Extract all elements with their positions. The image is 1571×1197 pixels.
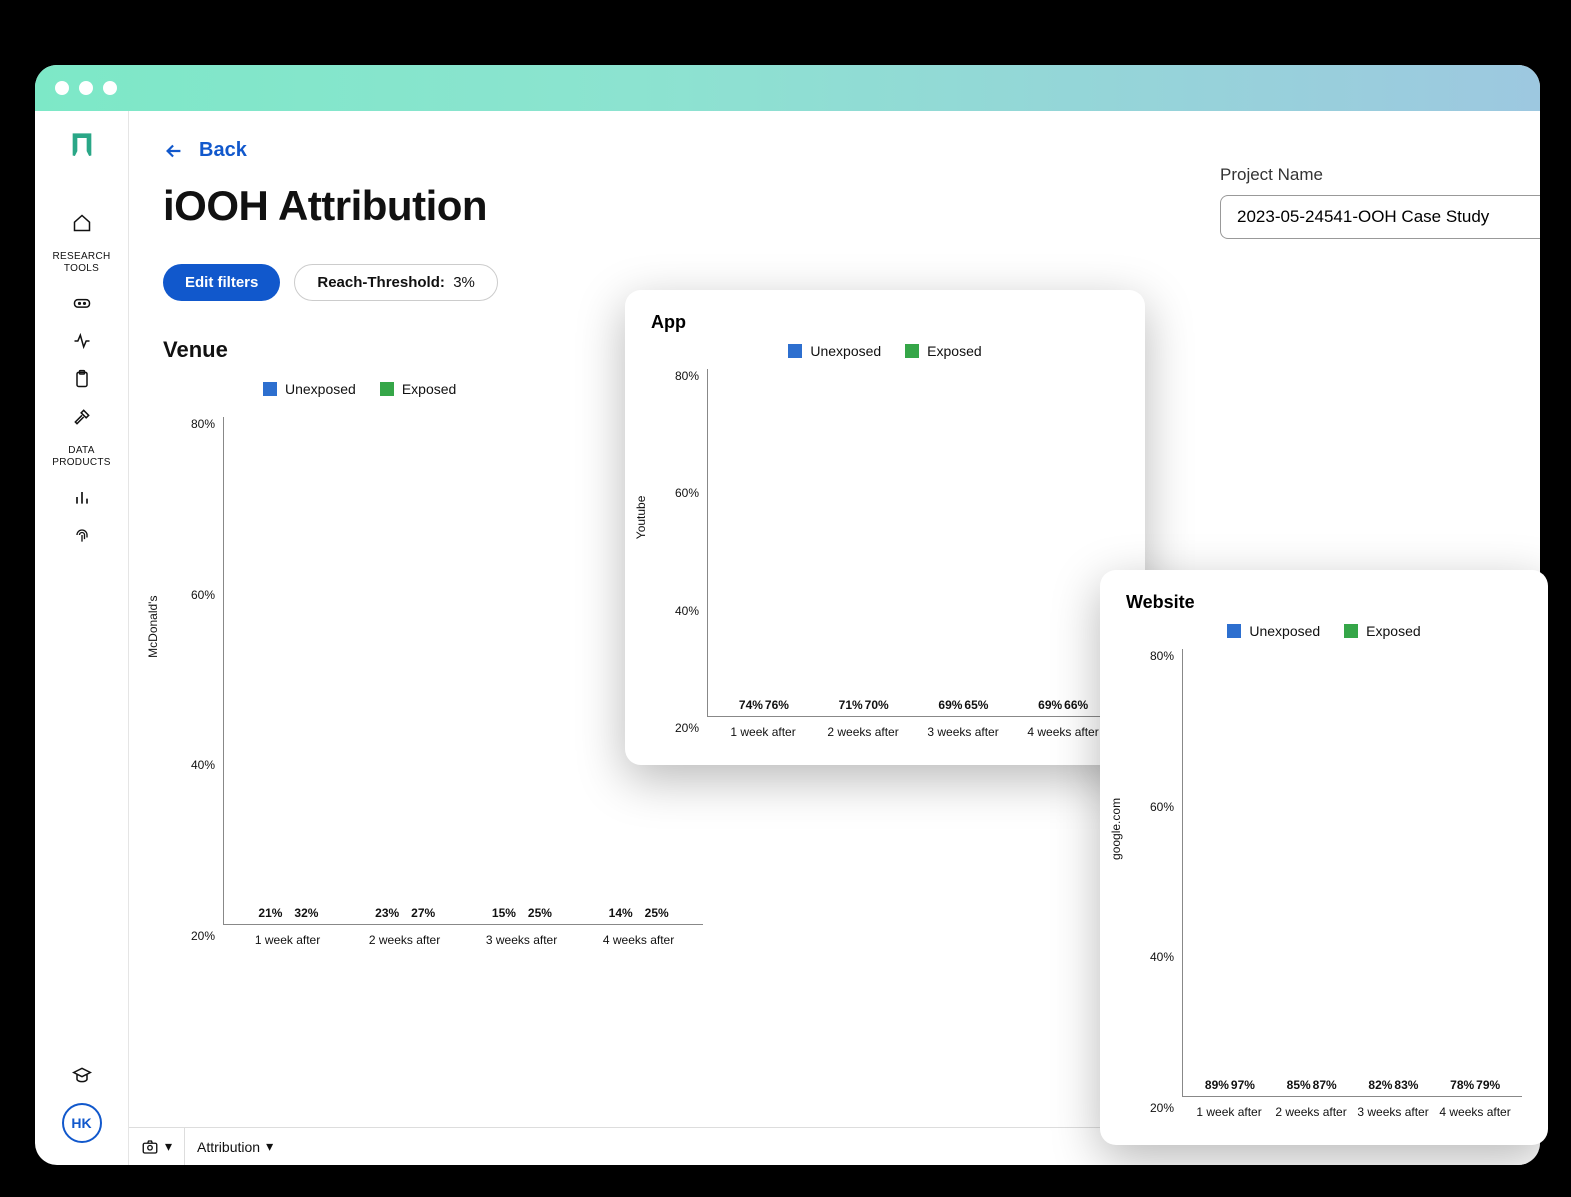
app-chart: Youtube 80%60%40%20% 74%76%71%70%69%65%6… <box>651 369 1119 739</box>
app-chart-card: App Unexposed Exposed Youtube 80%60%40%2… <box>625 290 1145 765</box>
back-label: Back <box>199 139 247 162</box>
legend-swatch-exposed <box>1344 624 1358 638</box>
venue-chart: McDonald's 80%60%40%20% 21%32%23%27%15%2… <box>163 417 703 947</box>
app-xlabels: 1 week after2 weeks after3 weeks after4 … <box>707 717 1119 739</box>
website-yticks: 80%60%40%20% <box>1150 649 1182 1119</box>
fingerprint-icon[interactable] <box>72 525 92 545</box>
sidebar-section-data: DATA PRODUCTS <box>52 445 111 469</box>
legend-exposed-label: Exposed <box>402 381 456 397</box>
website-yaxis-label: google.com <box>1109 798 1123 860</box>
browser-titlebar <box>35 65 1540 111</box>
sidebar: RESEARCH TOOLS DATA PRODUCTS <box>35 111 129 1165</box>
chevron-down-icon: ▾ <box>266 1138 273 1155</box>
chevron-down-icon: ▾ <box>165 1138 172 1155</box>
app-chart-title: App <box>651 312 1119 333</box>
threshold-label: Reach-Threshold: <box>317 274 445 291</box>
legend-unexposed-label: Unexposed <box>810 343 881 359</box>
legend-swatch-unexposed <box>1227 624 1241 638</box>
app-yaxis-label: Youtube <box>634 496 648 540</box>
legend-swatch-unexposed <box>788 344 802 358</box>
website-chart-title: Website <box>1126 592 1522 613</box>
website-legend: Unexposed Exposed <box>1126 623 1522 639</box>
attribution-tab-label: Attribution <box>197 1139 260 1155</box>
back-button[interactable]: Back <box>163 139 1506 162</box>
legend-exposed-label: Exposed <box>1366 623 1420 639</box>
arrow-left-icon <box>163 140 185 162</box>
activity-icon[interactable] <box>72 331 92 351</box>
attribution-tab[interactable]: Attribution ▾ <box>185 1128 285 1165</box>
legend-swatch-exposed <box>380 382 394 396</box>
traffic-light-close[interactable] <box>55 81 69 95</box>
website-bars: 89%97%85%87%82%83%78%79% <box>1182 649 1522 1097</box>
vr-headset-icon[interactable] <box>72 293 92 313</box>
project-name-field: Project Name <box>1220 165 1540 239</box>
screenshot-tab[interactable]: ▾ <box>129 1128 185 1165</box>
legend-unexposed-label: Unexposed <box>285 381 356 397</box>
brand-logo-icon[interactable] <box>68 131 96 159</box>
venue-yticks: 80%60%40%20% <box>191 417 223 947</box>
clipboard-icon[interactable] <box>72 369 92 389</box>
user-avatar[interactable]: HK <box>62 1103 102 1143</box>
bar-chart-icon[interactable] <box>72 487 92 507</box>
app-legend: Unexposed Exposed <box>651 343 1119 359</box>
threshold-value: 3% <box>453 274 475 291</box>
traffic-light-max[interactable] <box>103 81 117 95</box>
website-xlabels: 1 week after2 weeks after3 weeks after4 … <box>1182 1097 1522 1119</box>
website-chart-card: Website Unexposed Exposed google.com 80%… <box>1100 570 1548 1145</box>
project-name-input[interactable] <box>1220 195 1540 239</box>
website-chart: google.com 80%60%40%20% 89%97%85%87%82%8… <box>1126 649 1522 1119</box>
hammer-icon[interactable] <box>72 407 92 427</box>
venue-xlabels: 1 week after2 weeks after3 weeks after4 … <box>223 925 703 947</box>
edit-filters-button[interactable]: Edit filters <box>163 264 280 301</box>
legend-exposed-label: Exposed <box>927 343 981 359</box>
legend-swatch-unexposed <box>263 382 277 396</box>
legend-unexposed-label: Unexposed <box>1249 623 1320 639</box>
venue-yaxis-label: McDonald's <box>146 596 160 658</box>
home-icon[interactable] <box>72 213 92 233</box>
camera-icon <box>141 1138 159 1156</box>
reach-threshold-pill[interactable]: Reach-Threshold: 3% <box>294 264 498 301</box>
legend-swatch-exposed <box>905 344 919 358</box>
sidebar-section-research: RESEARCH TOOLS <box>53 251 111 275</box>
app-bars: 74%76%71%70%69%65%69%66% <box>707 369 1119 717</box>
project-name-label: Project Name <box>1220 165 1540 185</box>
traffic-light-min[interactable] <box>79 81 93 95</box>
app-yticks: 80%60%40%20% <box>675 369 707 739</box>
graduation-cap-icon[interactable] <box>72 1065 92 1085</box>
